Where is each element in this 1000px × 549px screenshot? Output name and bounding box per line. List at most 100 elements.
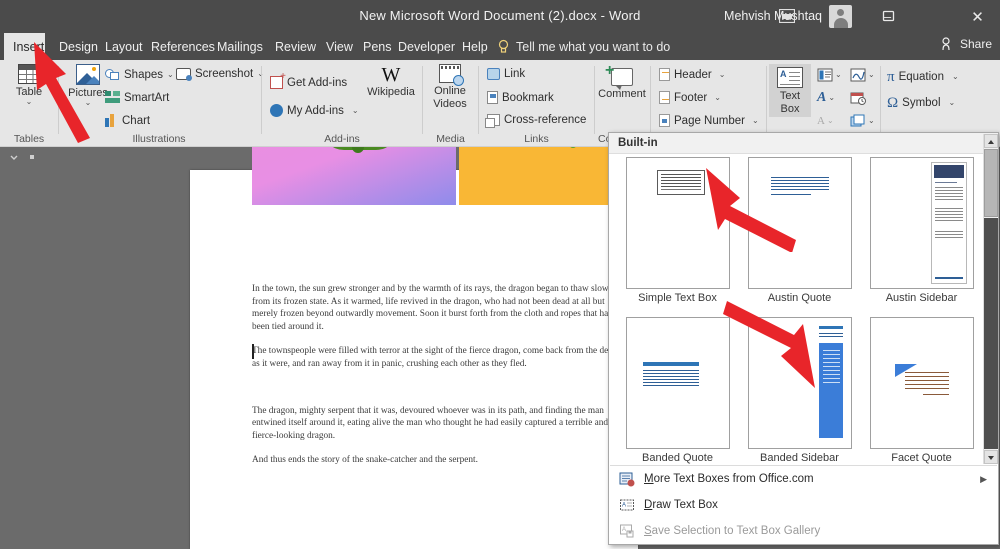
object-icon [850,114,866,128]
get-addins-button[interactable]: Get Add-ins [270,76,347,89]
ribbon-group-media: Online Videos Media [423,60,478,147]
image-pink[interactable] [252,147,456,205]
chevron-down-icon: ⌄ [719,72,726,78]
menu-item-save-selection[interactable]: A Save Selection to Text Box Gallery [610,518,997,544]
chevron-down-icon: ⌄ [868,72,875,78]
footer-label: Footer [674,92,707,104]
quick-parts-button[interactable]: ⌄ [817,68,842,82]
thumbnail-preview [870,157,974,289]
ribbon-group-tables: Table ⌄ Tables [0,60,58,147]
avatar[interactable] [829,5,852,28]
equation-icon: π [887,70,895,84]
insert-object-button[interactable]: ⌄ [850,114,875,128]
chart-icon [105,114,118,127]
ribbon-group-illustrations: Pictures ⌄ Shapes ⌄ SmartArt [59,60,259,147]
thumbnail-preview [870,317,974,449]
shapes-icon [105,68,120,82]
close-button[interactable]: ✕ [955,0,1000,33]
wikipedia-button[interactable]: W Wikipedia [362,66,420,99]
my-addins-button[interactable]: My Add-ins ⌄ [270,104,359,117]
symbol-button[interactable]: Ω Symbol ⌄ [887,96,955,110]
tab-help[interactable]: Help [453,33,497,60]
comment-button[interactable]: + Comment [595,68,649,101]
cross-reference-button[interactable]: Cross-reference [487,114,586,126]
link-button[interactable]: Link [487,68,525,80]
tab-insert[interactable]: Insert [4,33,45,60]
gallery-item-label: Facet Quote [861,452,982,464]
document-body-text[interactable]: In the town, the sun grew stronger and b… [252,283,620,479]
gallery-item-banded-quote[interactable]: Banded Quote [617,317,738,464]
date-time-button[interactable] [850,91,866,105]
chart-label: Chart [122,115,150,127]
thumbnail-preview [748,317,852,449]
comment-icon: + [611,68,633,86]
text-box-button[interactable]: A Text Box [769,64,811,117]
equation-label: Equation [899,71,944,83]
pictures-icon [76,64,100,85]
menu-item-draw-text-box[interactable]: A Draw Text Box [610,492,997,518]
shapes-button[interactable]: Shapes ⌄ [105,68,174,82]
smartart-button[interactable]: SmartArt [105,91,169,104]
gallery-item-facet-quote[interactable]: Facet Quote [861,317,982,464]
gallery-scrollbar[interactable] [983,134,997,464]
tab-mailings[interactable]: Mailings [208,33,272,60]
tell-me-search[interactable]: Tell me what you want to do [497,33,670,60]
restore-button[interactable] [882,9,896,23]
scroll-up-arrow[interactable] [984,134,998,148]
draw-text-box-icon: A [619,497,635,513]
gallery-item-simple-text-box[interactable]: Simple Text Box [617,157,738,304]
gallery-item-label: Simple Text Box [617,292,738,304]
cross-reference-label: Cross-reference [504,114,586,126]
group-label-media: Media [423,133,478,145]
footer-button[interactable]: Footer ⌄ [659,91,721,104]
scroll-down-arrow[interactable] [984,450,998,464]
title-bar: New Microsoft Word Document (2).docx - W… [0,0,1000,33]
ribbon-display-options-icon[interactable] [779,9,795,23]
shapes-label: Shapes [124,69,163,81]
page-number-button[interactable]: Page Number ⌄ [659,114,759,127]
bookmark-button[interactable]: Bookmark [487,91,554,104]
drop-cap-button[interactable]: A ⌄ [817,114,834,128]
person-share-icon [941,37,955,51]
submenu-arrow-icon: ▶ [980,474,987,485]
date-time-icon [850,91,866,105]
screenshot-button[interactable]: Screenshot ⌄ [176,68,264,80]
chevron-down-icon: ⌄ [85,100,92,106]
gallery-item-austin-quote[interactable]: Austin Quote [739,157,860,304]
comment-label: Comment [598,88,646,101]
wikipedia-icon: W [382,66,401,84]
menu-item-more-text-boxes[interactable]: More Text Boxes from Office.com ▶ [610,466,997,492]
wordart-button[interactable]: A ⌄ [817,91,835,105]
chevron-down-icon: ⌄ [828,95,835,101]
header-button[interactable]: Header ⌄ [659,68,725,81]
chevron-down-icon: ⌄ [952,74,959,80]
link-icon [487,68,500,80]
online-videos-button[interactable]: Online Videos [423,64,477,110]
screenshot-label: Screenshot [195,68,253,80]
chevron-down-icon: ⌄ [714,95,721,101]
group-label-links: Links [479,133,594,145]
chevron-down-icon: ⌄ [835,72,842,78]
text-box-label-2: Box [781,103,800,116]
gallery-item-banded-sidebar[interactable]: Banded Sidebar [739,317,860,464]
table-button[interactable]: Table ⌄ [2,64,56,105]
tell-me-label: Tell me what you want to do [516,40,670,54]
gallery-item-austin-sidebar[interactable]: Austin Sidebar [861,157,982,304]
share-button[interactable]: Share [941,37,992,51]
text-cursor [252,344,254,359]
chart-button[interactable]: Chart [105,114,150,127]
cross-reference-icon [487,114,500,126]
scrollbar-thumb[interactable] [984,149,998,217]
page-number-label: Page Number [674,115,745,127]
signature-line-button[interactable]: ⌄ [850,68,875,82]
chevron-down-icon: ⌄ [868,118,875,124]
account-name[interactable]: Mehvish Mushtaq [724,9,822,23]
equation-button[interactable]: π Equation ⌄ [887,70,959,84]
chevron-down-icon: ⌄ [752,118,759,124]
drop-cap-icon: A [817,114,825,128]
chevron-down-icon: ⌄ [352,108,359,114]
smartart-label: SmartArt [124,92,169,104]
document-page[interactable]: In the town, the sun grew stronger and b… [190,170,638,549]
scrollbar-track[interactable] [984,218,998,449]
symbol-icon: Ω [887,96,898,110]
